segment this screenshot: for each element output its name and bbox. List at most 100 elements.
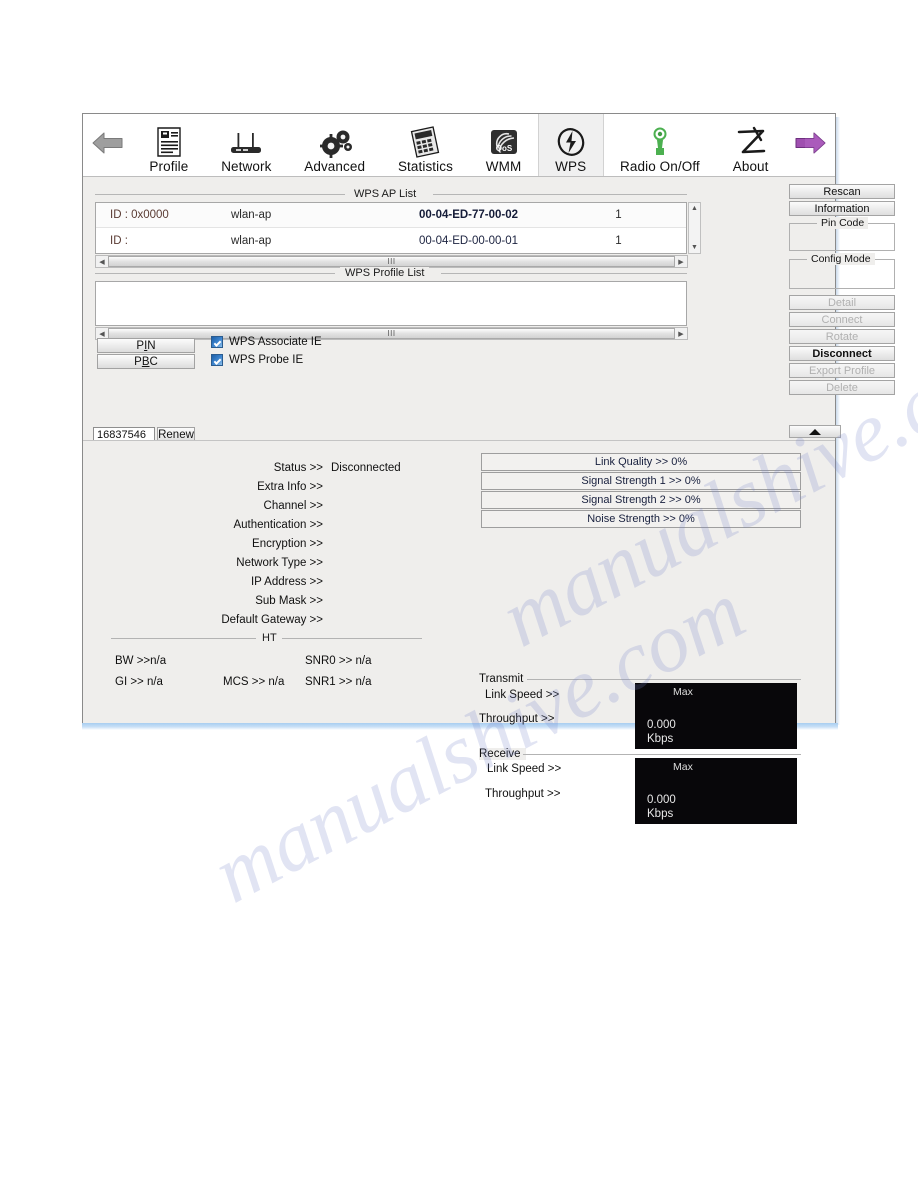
transmit-scope-unit: Kbps: [647, 733, 674, 745]
scroll-right-icon[interactable]: ▶: [675, 256, 687, 267]
tab-statistics[interactable]: Statistics: [382, 114, 470, 176]
ap-row-mac: 00-04-ED-00-00-01: [418, 234, 519, 247]
status-value: Disconnected: [331, 461, 401, 474]
channel-label: Channel >>: [263, 499, 323, 512]
transmit-throughput-graph: Max 0.000 Kbps: [635, 683, 797, 749]
profile-list-rule-right: [441, 273, 687, 274]
link-quality-meter: Link Quality >> 0%: [481, 453, 801, 471]
profile-list-caption: WPS Profile List: [340, 267, 430, 279]
tab-about-label: About: [732, 159, 769, 174]
ap-list-vertical-scrollbar[interactable]: ▲ ▼: [688, 202, 701, 254]
wps-associate-ie-label: WPS Associate IE: [229, 336, 322, 348]
scroll-right-icon[interactable]: ▶: [675, 328, 687, 339]
table-row[interactable]: ID : wlan-ap 00-04-ED-00-00-01 1: [96, 228, 686, 253]
receive-rule: [523, 754, 801, 755]
receive-throughput-label: Throughput >>: [485, 788, 561, 800]
forward-arrow-button[interactable]: [785, 114, 835, 176]
main-toolbar: Profile Network Advanced Statistics QoS …: [83, 114, 835, 177]
transmit-caption: Transmit: [479, 673, 529, 685]
tab-radio-label: Radio On/Off: [620, 159, 700, 174]
transmit-link-speed-label: Link Speed >>: [485, 689, 560, 701]
ht-gi: GI >> n/a: [115, 676, 163, 688]
pin-button-label: PIN: [136, 339, 156, 352]
wps-probe-ie-checkbox-row[interactable]: WPS Probe IE: [211, 354, 303, 366]
receive-scope-value: 0.000: [647, 794, 676, 806]
disconnect-button[interactable]: Disconnect: [789, 346, 895, 361]
ht-rule-left: [111, 638, 256, 639]
ip-address-label: IP Address >>: [250, 575, 323, 588]
svg-text:QoS: QoS: [495, 144, 512, 153]
scroll-up-icon[interactable]: ▲: [689, 203, 700, 214]
tab-profile-label: Profile: [149, 159, 189, 174]
wireless-utility-window: Profile Network Advanced Statistics QoS …: [82, 113, 895, 824]
delete-button[interactable]: Delete: [789, 380, 895, 395]
pbc-button-label: PBC: [134, 355, 158, 368]
sub-mask-label: Sub Mask >>: [255, 594, 323, 607]
ht-snr0: SNR0 >> n/a: [305, 655, 372, 667]
connection-status-panel: Status >> Extra Info >> Channel >> Authe…: [83, 440, 835, 824]
pin-button[interactable]: PIN: [97, 338, 195, 353]
network-type-label: Network Type >>: [236, 556, 323, 569]
transmit-throughput-label: Throughput >>: [479, 713, 555, 725]
profile-icon: [154, 124, 184, 158]
back-arrow-icon: [91, 130, 125, 161]
signal-strength-1-meter: Signal Strength 1 >> 0%: [481, 472, 801, 490]
information-button[interactable]: Information: [789, 201, 895, 216]
scroll-left-icon[interactable]: ◀: [96, 256, 108, 267]
tab-wmm[interactable]: QoS WMM: [469, 114, 537, 176]
rotate-button[interactable]: Rotate: [789, 329, 895, 344]
ht-caption: HT: [257, 632, 282, 644]
tab-advanced[interactable]: Advanced: [288, 114, 382, 176]
ht-mcs: MCS >> n/a: [223, 676, 285, 688]
ap-hscroll-track[interactable]: III: [108, 256, 675, 267]
tab-profile[interactable]: Profile: [133, 114, 205, 176]
receive-scope-unit: Kbps: [647, 808, 674, 820]
tab-wps[interactable]: WPS: [537, 114, 604, 176]
tab-strip: Profile Network Advanced Statistics QoS …: [133, 114, 785, 176]
checkbox-icon[interactable]: [211, 336, 223, 348]
tab-wmm-label: WMM: [485, 159, 522, 174]
wps-profile-list[interactable]: [95, 281, 687, 326]
detail-button[interactable]: Detail: [789, 295, 895, 310]
table-row[interactable]: ID : 0x0000 wlan-ap 00-04-ED-77-00-02 1: [96, 203, 686, 228]
extra-info-label: Extra Info >>: [257, 480, 323, 493]
transmit-scope-max: Max: [673, 686, 693, 698]
checkbox-icon[interactable]: [211, 354, 223, 366]
connect-button[interactable]: Connect: [789, 312, 895, 327]
tab-radio-on-off[interactable]: Radio On/Off: [604, 114, 717, 176]
rescan-button[interactable]: Rescan: [789, 184, 895, 199]
authentication-label: Authentication >>: [233, 518, 323, 531]
collapse-panel-button[interactable]: [789, 425, 841, 438]
tab-about[interactable]: About: [716, 114, 785, 176]
gears-icon: [315, 124, 355, 158]
transmit-scope-value: 0.000: [647, 719, 676, 731]
wps-ap-list[interactable]: ID : 0x0000 wlan-ap 00-04-ED-77-00-02 1 …: [95, 202, 687, 254]
ht-bw: BW >>n/a: [115, 655, 167, 667]
triangle-up-icon: [809, 428, 821, 435]
ht-snr1: SNR1 >> n/a: [305, 676, 372, 688]
forward-arrow-icon: [793, 130, 827, 161]
scroll-down-icon[interactable]: ▼: [689, 242, 700, 253]
wps-associate-ie-checkbox-row[interactable]: WPS Associate IE: [211, 336, 322, 348]
chart-icon: [406, 124, 444, 158]
ap-row-channel: 1: [615, 209, 622, 221]
radio-icon: [647, 124, 673, 158]
back-arrow-button[interactable]: [83, 114, 133, 176]
receive-link-speed-label: Link Speed >>: [487, 763, 562, 775]
ap-row-ssid: wlan-ap: [231, 209, 272, 221]
tab-wps-label: WPS: [555, 159, 587, 174]
ap-row-id: ID : 0x0000: [110, 209, 169, 221]
export-profile-button[interactable]: Export Profile: [789, 363, 895, 378]
ap-list-rule-right: [433, 194, 687, 195]
tab-network[interactable]: Network: [205, 114, 288, 176]
config-mode-caption: Config Mode: [807, 253, 875, 265]
receive-caption: Receive: [479, 748, 526, 760]
pbc-button[interactable]: PBC: [97, 354, 195, 369]
ht-rule-right: [277, 638, 422, 639]
ap-list-caption: WPS AP List: [349, 188, 422, 200]
ap-hscroll-thumb[interactable]: III: [108, 256, 675, 267]
profile-list-rule-left: [95, 273, 335, 274]
wps-icon: [556, 124, 586, 158]
ap-row-id: ID :: [110, 234, 128, 247]
transmit-rule: [527, 679, 801, 680]
